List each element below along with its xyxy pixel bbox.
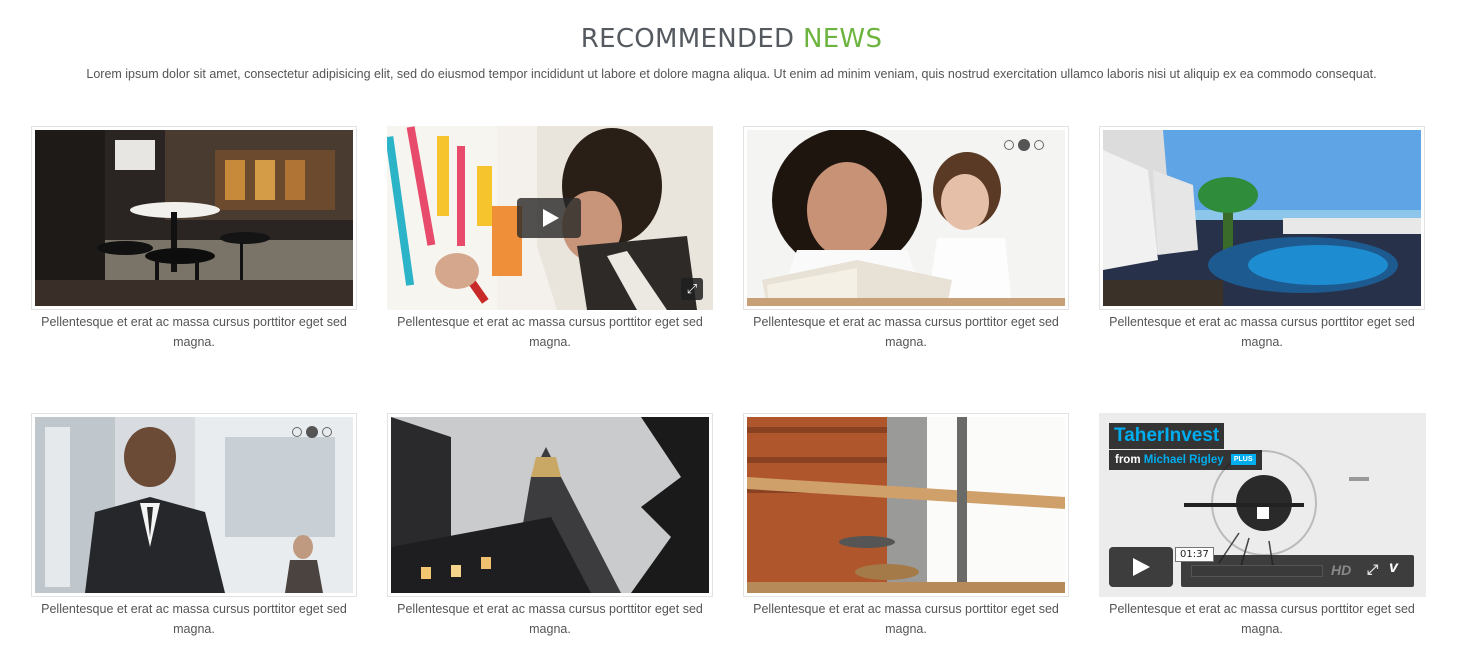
vimeo-time: 01:37: [1175, 547, 1214, 562]
expand-icon[interactable]: ⤢: [681, 278, 703, 300]
cafe-interior-image[interactable]: [35, 130, 353, 306]
vimeo-progress[interactable]: [1191, 565, 1323, 577]
news-caption[interactable]: Pellentesque et erat ac massa cursus por…: [743, 599, 1069, 639]
news-caption[interactable]: Pellentesque et erat ac massa cursus por…: [1099, 312, 1425, 352]
vimeo-from: from: [1115, 454, 1141, 466]
slide-dot[interactable]: [1004, 140, 1014, 150]
skyscraper-image[interactable]: [391, 417, 709, 593]
slideshow-dots[interactable]: [1004, 139, 1044, 151]
news-caption[interactable]: Pellentesque et erat ac massa cursus por…: [31, 599, 357, 639]
news-image-frame[interactable]: [31, 413, 357, 597]
vimeo-title[interactable]: TaherInvest: [1109, 423, 1225, 449]
news-image-frame[interactable]: [743, 126, 1069, 310]
hd-icon[interactable]: HD: [1331, 562, 1351, 578]
play-icon[interactable]: [517, 198, 581, 238]
section-intro: Lorem ipsum dolor sit amet, consectetur …: [86, 67, 1377, 81]
news-image-frame[interactable]: [1099, 126, 1425, 310]
heading-main: RECOMMENDED: [580, 24, 795, 54]
news-caption[interactable]: Pellentesque et erat ac massa cursus por…: [387, 599, 713, 639]
cafe-window-image[interactable]: [747, 417, 1065, 593]
businessman-image[interactable]: [35, 417, 353, 593]
vimeo-byline: from Michael Rigley PLUS: [1109, 450, 1262, 470]
vimeo-logo-icon[interactable]: v: [1389, 559, 1398, 577]
slide-dot[interactable]: [292, 427, 302, 437]
slideshow-dots[interactable]: [292, 426, 332, 438]
section-heading: RECOMMENDED NEWS: [0, 24, 1463, 54]
news-image-frame[interactable]: [387, 413, 713, 597]
news-caption[interactable]: Pellentesque et erat ac massa cursus por…: [1099, 599, 1425, 639]
slide-dot[interactable]: [1034, 140, 1044, 150]
women-reading-image[interactable]: [747, 130, 1065, 306]
resort-pool-image[interactable]: [1103, 130, 1421, 306]
news-caption[interactable]: Pellentesque et erat ac massa cursus por…: [31, 312, 357, 352]
news-caption[interactable]: Pellentesque et erat ac massa cursus por…: [387, 312, 713, 352]
news-caption[interactable]: Pellentesque et erat ac massa cursus por…: [743, 312, 1069, 352]
video-frame[interactable]: ⤢: [387, 126, 713, 310]
slide-dot-active[interactable]: [1018, 139, 1030, 151]
slide-dot[interactable]: [322, 427, 332, 437]
news-image-frame[interactable]: [31, 126, 357, 310]
vimeo-plus-badge: PLUS: [1230, 454, 1256, 466]
vimeo-player[interactable]: TaherInvest from Michael Rigley PLUS HD …: [1099, 413, 1426, 597]
play-icon[interactable]: [1109, 547, 1173, 587]
fullscreen-icon[interactable]: ⤢: [1367, 561, 1378, 578]
news-image-frame[interactable]: [743, 413, 1069, 597]
vimeo-author[interactable]: Michael Rigley: [1144, 454, 1224, 466]
heading-accent: NEWS: [802, 24, 883, 54]
slide-dot-active[interactable]: [306, 426, 318, 438]
vimeo-controls[interactable]: HD ⤢ v: [1181, 555, 1414, 587]
